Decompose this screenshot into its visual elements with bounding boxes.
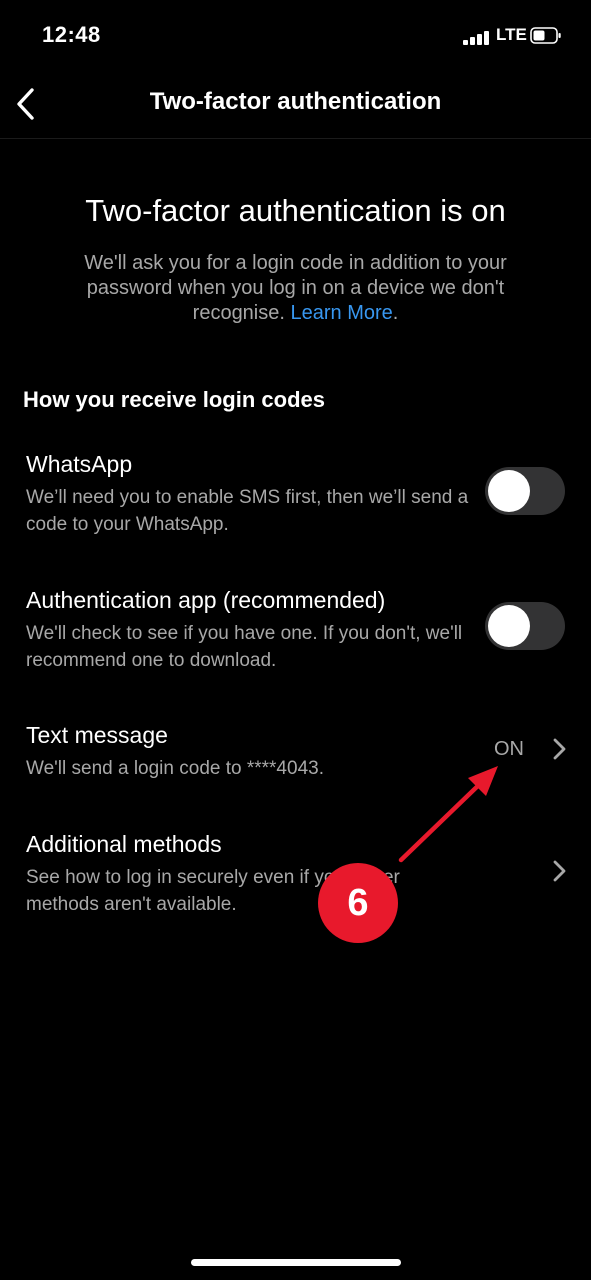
battery-icon (530, 27, 561, 44)
method-row-whatsapp[interactable]: WhatsApp We’ll need you to enable SMS fi… (0, 451, 591, 535)
signal-icon (463, 31, 491, 45)
chevron-right-icon (553, 738, 566, 760)
whatsapp-toggle[interactable] (485, 467, 565, 515)
status-time: 12:48 (42, 22, 101, 47)
status-bar: 12:48 LTE (0, 0, 591, 72)
method-description: We’ll need you to enable SMS first, then… (26, 487, 469, 535)
method-title: Text message (26, 722, 168, 748)
network-label: LTE (496, 25, 527, 44)
method-row-additional-methods[interactable]: Additional methods See how to log in sec… (0, 831, 591, 915)
description-period: . (392, 302, 399, 324)
method-row-text-message[interactable]: Text message We'll send a login code to … (0, 722, 591, 782)
text-message-status: ON (494, 738, 524, 760)
home-indicator (191, 1259, 401, 1266)
nav-header: Two-factor authentication (0, 72, 591, 139)
annotation-badge: 6 (318, 863, 398, 943)
chevron-right-icon (553, 860, 566, 882)
method-description: We'll send a login code to ****4043. (26, 758, 324, 779)
method-row-authentication-app[interactable]: Authentication app (recommended) We'll c… (0, 587, 591, 671)
status-description: We'll ask you for a login code in additi… (40, 251, 551, 326)
method-title: Additional methods (26, 831, 222, 857)
toggle-knob (488, 605, 530, 647)
method-title: Authentication app (recommended) (26, 587, 386, 613)
toggle-knob (488, 470, 530, 512)
authentication-app-toggle[interactable] (485, 602, 565, 650)
learn-more-link[interactable]: Learn More (291, 302, 393, 324)
method-description: See how to log in securely even if your … (26, 867, 400, 915)
status-heading: Two-factor authentication is on (85, 193, 506, 228)
method-title: WhatsApp (26, 451, 133, 477)
page-title: Two-factor authentication (149, 88, 442, 115)
section-title: How you receive login codes (23, 387, 325, 412)
method-description: We'll check to see if you have one. If y… (26, 623, 463, 671)
